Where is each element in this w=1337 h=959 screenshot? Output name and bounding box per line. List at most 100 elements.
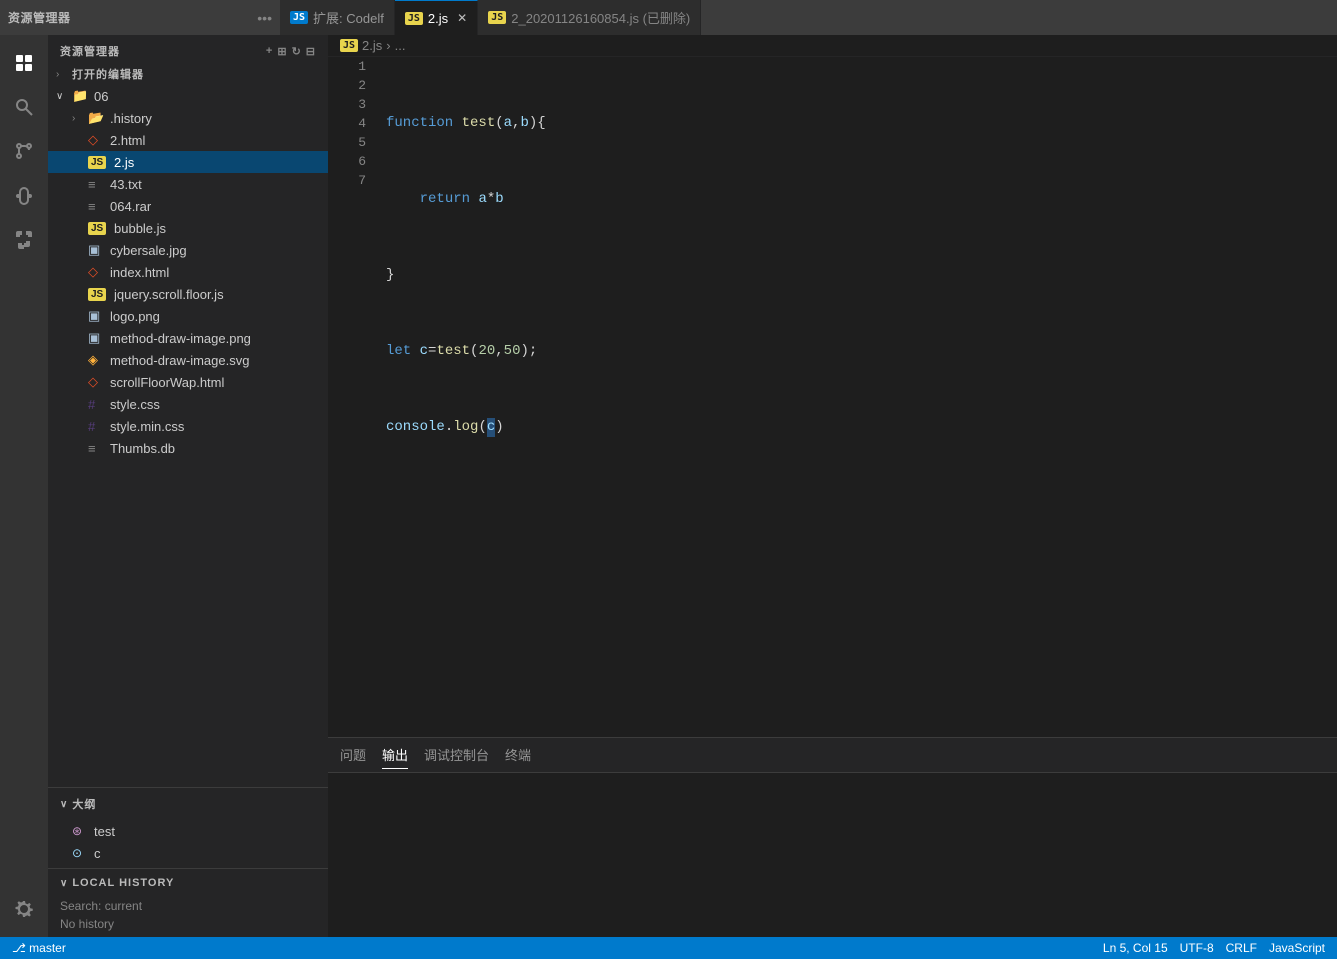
line-numbers: 1 2 3 4 5 6 7: [328, 57, 378, 737]
file-logopng[interactable]: ▣ logo.png: [48, 305, 328, 327]
2js-icon: JS: [88, 156, 106, 169]
open-editors-arrow: ›: [56, 69, 72, 80]
code-line-6: [386, 494, 1337, 513]
fn-test2: test: [436, 342, 470, 361]
file-bubblejs[interactable]: JS bubble.js: [48, 217, 328, 239]
tab-close-2js[interactable]: ✕: [457, 11, 467, 25]
file-jqueryjs[interactable]: JS jquery.scroll.floor.js: [48, 283, 328, 305]
2js-label: 2.js: [114, 155, 328, 170]
line-num-5: 5: [328, 133, 366, 152]
tab-2js[interactable]: JS 2.js ✕: [395, 0, 478, 35]
cybersale-icon: ▣: [88, 242, 106, 258]
activity-bar: [0, 35, 48, 937]
activity-debug[interactable]: [4, 175, 44, 215]
outline-c[interactable]: ⊙ c: [48, 842, 328, 864]
folder-06-label: 06: [94, 89, 328, 104]
var-c: c: [420, 342, 428, 361]
file-2js[interactable]: JS 2.js: [48, 151, 328, 173]
panel-tab-debug[interactable]: 调试控制台: [424, 741, 489, 769]
file-methodpng[interactable]: ▣ method-draw-image.png: [48, 327, 328, 349]
explorer-header-icons: + ⊞ ↻ ⊟: [266, 45, 316, 58]
folder-06-icon: 📁: [72, 88, 90, 104]
status-left: ⎇ master: [12, 941, 66, 955]
line-num-4: 4: [328, 114, 366, 133]
outline-test[interactable]: ⊛ test: [48, 820, 328, 842]
new-folder-icon[interactable]: ⊞: [277, 45, 287, 58]
file-2html[interactable]: ◇ 2.html: [48, 129, 328, 151]
open-editors-header[interactable]: › 打开的编辑器: [48, 63, 328, 85]
activity-explorer[interactable]: [4, 43, 44, 83]
line-ending[interactable]: CRLF: [1226, 941, 1257, 955]
code-line-2: return a * b: [386, 190, 1337, 209]
explorer-header-label: 资源管理器: [60, 43, 120, 59]
outline-label: 大纲: [72, 796, 96, 812]
local-history-arrow: ∨: [60, 878, 68, 889]
code-line-7: [386, 570, 1337, 589]
file-indexhtml[interactable]: ◇ index.html: [48, 261, 328, 283]
git-branch[interactable]: ⎇ master: [12, 941, 66, 955]
outline-header[interactable]: ∨ 大纲: [48, 788, 328, 816]
explorer-header[interactable]: 资源管理器 + ⊞ ↻ ⊟: [48, 35, 328, 63]
methodsvg-label: method-draw-image.svg: [110, 353, 328, 368]
outline-content: ⊛ test ⊙ c: [48, 816, 328, 868]
panel-tab-problems[interactable]: 问题: [340, 741, 366, 769]
var-a: a: [478, 190, 486, 209]
file-43txt[interactable]: ≡ 43.txt: [48, 173, 328, 195]
activity-search[interactable]: [4, 87, 44, 127]
outline-c-label: c: [94, 846, 328, 861]
file-thumbsdb[interactable]: ≡ Thumbs.db: [48, 437, 328, 459]
activity-settings[interactable]: [4, 889, 44, 929]
collapse-all-icon[interactable]: ⊟: [306, 45, 316, 58]
panel-tab-output[interactable]: 输出: [382, 741, 408, 769]
methodsvg-icon: ◈: [88, 352, 106, 368]
outline-c-icon: ⊙: [72, 846, 90, 860]
tab-2js-deleted[interactable]: JS 2_20201126160854.js (已删除): [478, 0, 701, 35]
main-area: 资源管理器 + ⊞ ↻ ⊟ › 打开的编辑器 ∨ 📁 06: [0, 35, 1337, 937]
file-stylemincss[interactable]: # style.min.css: [48, 415, 328, 437]
panel-tabs: 问题 输出 调试控制台 终端: [328, 738, 1337, 773]
064rar-label: 064.rar: [110, 199, 328, 214]
refresh-icon[interactable]: ↻: [292, 45, 302, 58]
more-icon[interactable]: •••: [257, 10, 272, 26]
new-file-icon[interactable]: +: [266, 45, 273, 58]
outline-section: ∨ 大纲 ⊛ test ⊙ c: [48, 787, 328, 868]
num-50: 50: [504, 342, 521, 361]
file-methodsvg[interactable]: ◈ method-draw-image.svg: [48, 349, 328, 371]
tab-ext-codef[interactable]: JS 扩展: Codelf: [280, 0, 395, 35]
language-mode[interactable]: JavaScript: [1269, 941, 1325, 955]
thumbsdb-label: Thumbs.db: [110, 441, 328, 456]
tab-icon-deleted: JS: [488, 11, 506, 24]
encoding[interactable]: UTF-8: [1180, 941, 1214, 955]
code-editor[interactable]: 1 2 3 4 5 6 7 function test ( a , b ){: [328, 57, 1337, 737]
logopng-label: logo.png: [110, 309, 328, 324]
panel-tab-terminal[interactable]: 终端: [505, 741, 531, 769]
file-scrollhtml[interactable]: ◇ scrollFloorWap.html: [48, 371, 328, 393]
folder-06[interactable]: ∨ 📁 06: [48, 85, 328, 107]
thumbsdb-icon: ≡: [88, 441, 106, 456]
file-tree: ∨ 📁 06 › 📂 .history ◇ 2.html: [48, 85, 328, 787]
title-bar-left: 资源管理器 •••: [0, 9, 280, 26]
activity-extensions[interactable]: [4, 219, 44, 259]
file-064rar[interactable]: ≡ 064.rar: [48, 195, 328, 217]
tab-label-deleted: 2_20201126160854.js (已删除): [511, 8, 690, 27]
file-cybersale[interactable]: ▣ cybersale.jpg: [48, 239, 328, 261]
stylecss-label: style.css: [110, 397, 328, 412]
kw-let: let: [386, 342, 411, 361]
line-num-2: 2: [328, 76, 366, 95]
var-b: b: [495, 190, 503, 209]
outline-test-icon: ⊛: [72, 824, 90, 838]
activity-git[interactable]: [4, 131, 44, 171]
num-20: 20: [478, 342, 495, 361]
kw-function: function: [386, 114, 453, 133]
indexhtml-icon: ◇: [88, 264, 106, 280]
search-current: Search: current: [60, 897, 316, 915]
logopng-icon: ▣: [88, 308, 106, 324]
2html-label: 2.html: [110, 133, 328, 148]
local-history-header[interactable]: ∨ LOCAL HISTORY: [48, 869, 328, 893]
line-num-7: 7: [328, 171, 366, 190]
file-history[interactable]: › 📂 .history: [48, 107, 328, 129]
scrollhtml-label: scrollFloorWap.html: [110, 375, 328, 390]
history-arrow: ›: [72, 113, 88, 124]
file-stylecss[interactable]: # style.css: [48, 393, 328, 415]
code-content[interactable]: function test ( a , b ){ return a *: [378, 57, 1337, 737]
